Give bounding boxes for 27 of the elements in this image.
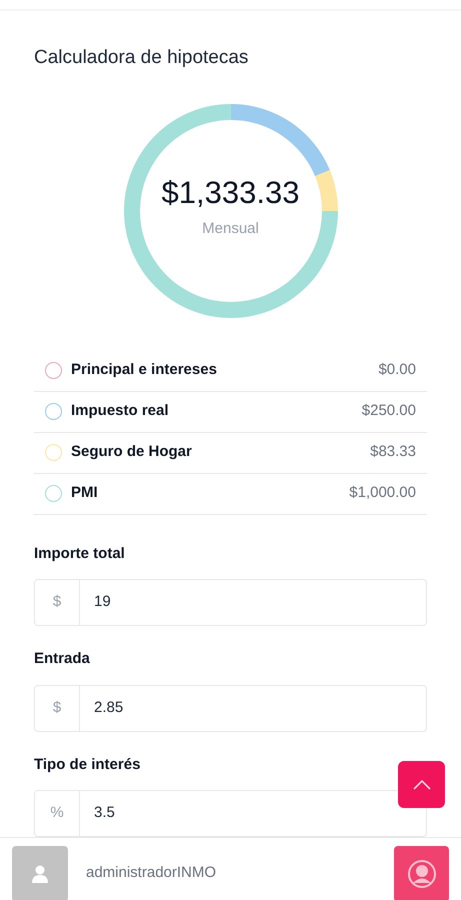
legend-label: Seguro de Hogar: [71, 442, 193, 462]
legend-value: $1,000.00: [349, 483, 416, 504]
field-label: Tipo de interés: [34, 754, 140, 774]
chevron-up-icon: [412, 780, 430, 790]
legend-value: $0.00: [378, 360, 416, 380]
scroll-top-button[interactable]: [398, 761, 445, 808]
user-name: administradorINMO: [86, 863, 218, 884]
input-prefix: %: [50, 803, 64, 824]
input-prefix: $: [52, 592, 62, 612]
input-value: 19: [94, 592, 111, 612]
legend-label: Principal e intereses: [71, 360, 218, 380]
page-title: Calculadora de hipotecas: [34, 46, 248, 70]
legend-value: $250.00: [362, 401, 416, 422]
legend-label: Impuesto real: [71, 401, 170, 422]
legend-label: PMI: [71, 483, 99, 504]
input-value: 3.5: [94, 803, 115, 824]
monthly-amount: $1,333.33: [162, 176, 300, 208]
input-field[interactable]: $ 19: [34, 579, 427, 626]
support-button[interactable]: [394, 846, 449, 900]
user-icon: [32, 864, 48, 882]
field-label: Entrada: [34, 649, 90, 669]
input-field[interactable]: $ 2.85: [34, 684, 427, 732]
input-value: 2.85: [94, 698, 124, 718]
legend-value: $83.33: [370, 442, 416, 462]
period-label: Mensual: [202, 218, 259, 239]
input-prefix: $: [52, 698, 62, 718]
field-label: Importe total: [34, 544, 125, 564]
